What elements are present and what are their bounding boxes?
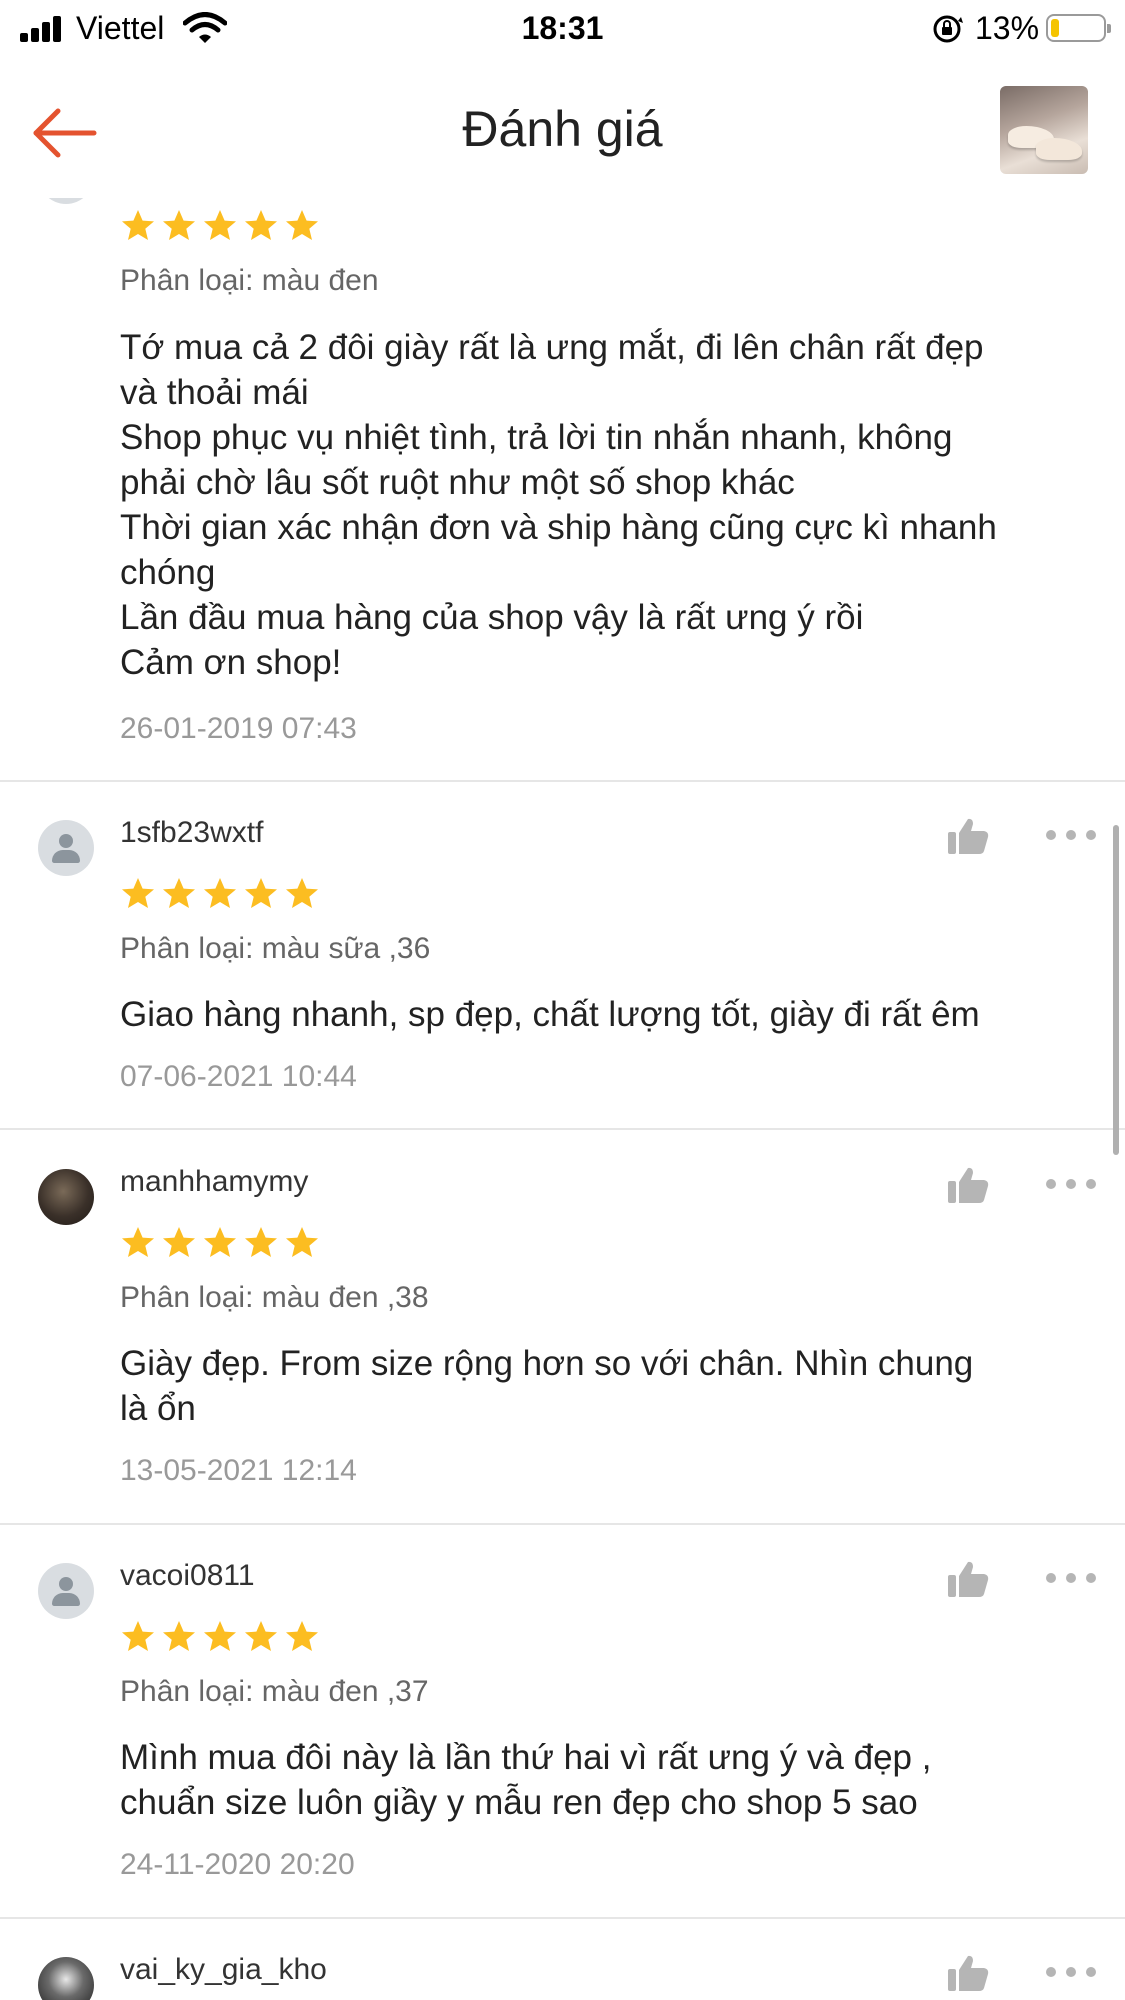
star-icon [122, 1621, 154, 1651]
avatar[interactable] [38, 198, 94, 204]
divider [0, 780, 1125, 782]
review-variant: Phân loại: màu đen [120, 264, 379, 297]
review-username[interactable]: manhhamymy [120, 1165, 308, 1199]
star-icon [245, 878, 277, 908]
more-options-button[interactable] [1046, 1567, 1096, 1587]
star-icon [204, 1227, 236, 1257]
review-variant: Phân loại: màu đen ,38 [120, 1281, 429, 1314]
battery-icon [1046, 14, 1111, 42]
star-rating [120, 208, 320, 244]
orientation-lock-icon [933, 15, 963, 43]
divider [0, 1917, 1125, 1919]
review-date: 26-01-2019 07:43 [120, 712, 357, 745]
star-icon [245, 1227, 277, 1257]
star-icon [286, 210, 318, 240]
star-icon [204, 210, 236, 240]
review-date: 07-06-2021 10:44 [120, 1060, 357, 1093]
star-icon [122, 210, 154, 240]
review-comment: Giao hàng nhanh, sp đẹp, chất lượng tốt,… [120, 995, 980, 1034]
star-icon [163, 210, 195, 240]
star-icon [163, 878, 195, 908]
star-icon [245, 1621, 277, 1651]
review-username[interactable]: 1sfb23wxtf [120, 816, 263, 850]
star-rating [120, 876, 320, 912]
review-date: 24-11-2020 20:20 [120, 1848, 355, 1881]
review-date: 13-05-2021 12:14 [120, 1454, 357, 1487]
thumbs-up-icon [948, 818, 989, 854]
star-icon [286, 878, 318, 908]
page-title: Đánh giá [462, 101, 663, 157]
review-variant: Phân loại: màu đen ,37 [120, 1675, 429, 1708]
scrollbar[interactable] [1113, 825, 1119, 1155]
divider [0, 1128, 1125, 1130]
like-button[interactable] [946, 1953, 990, 1993]
review-variant: Phân loại: màu sữa ,36 [120, 932, 431, 965]
review-username[interactable]: vai_ky_gia_kho [120, 1953, 327, 1987]
like-button[interactable] [946, 1559, 990, 1599]
thumbs-up-icon [948, 1167, 989, 1203]
like-button[interactable] [946, 816, 990, 856]
review-comment: Giày đẹp. From size rộng hơn so với chân… [120, 1344, 974, 1428]
like-button[interactable] [946, 1165, 990, 1205]
star-icon [163, 1227, 195, 1257]
avatar[interactable] [38, 1563, 94, 1619]
battery-percent: 13% [975, 10, 1040, 46]
star-icon [286, 1227, 318, 1257]
star-icon [163, 1621, 195, 1651]
more-options-button[interactable] [1046, 824, 1096, 844]
header: Đánh giá [0, 58, 1125, 198]
thumbs-up-icon [948, 1561, 989, 1597]
avatar[interactable] [38, 820, 94, 876]
review-username[interactable]: vacoi0811 [120, 1559, 255, 1593]
avatar[interactable] [38, 1957, 94, 2000]
more-options-button[interactable] [1046, 1961, 1096, 1981]
review-comment: Mình mua đôi này là lần thứ hai vì rất ư… [120, 1738, 932, 1822]
star-icon [286, 1621, 318, 1651]
product-thumbnail[interactable] [1000, 86, 1088, 174]
star-rating [120, 1619, 320, 1655]
review-list[interactable]: Phân loại: màu đen Tớ mua cả 2 đôi giày … [0, 198, 1125, 2000]
status-bar: Viettel 18:31 13% [0, 0, 1125, 58]
thumbs-up-icon [948, 1955, 989, 1991]
star-icon [245, 210, 277, 240]
star-icon [122, 878, 154, 908]
star-icon [204, 878, 236, 908]
star-rating [120, 1225, 320, 1261]
avatar[interactable] [38, 1169, 94, 1225]
star-icon [122, 1227, 154, 1257]
divider [0, 1523, 1125, 1525]
more-options-button[interactable] [1046, 1173, 1096, 1193]
review-comment: Tớ mua cả 2 đôi giày rất là ưng mắt, đi … [120, 328, 997, 682]
star-icon [204, 1621, 236, 1651]
